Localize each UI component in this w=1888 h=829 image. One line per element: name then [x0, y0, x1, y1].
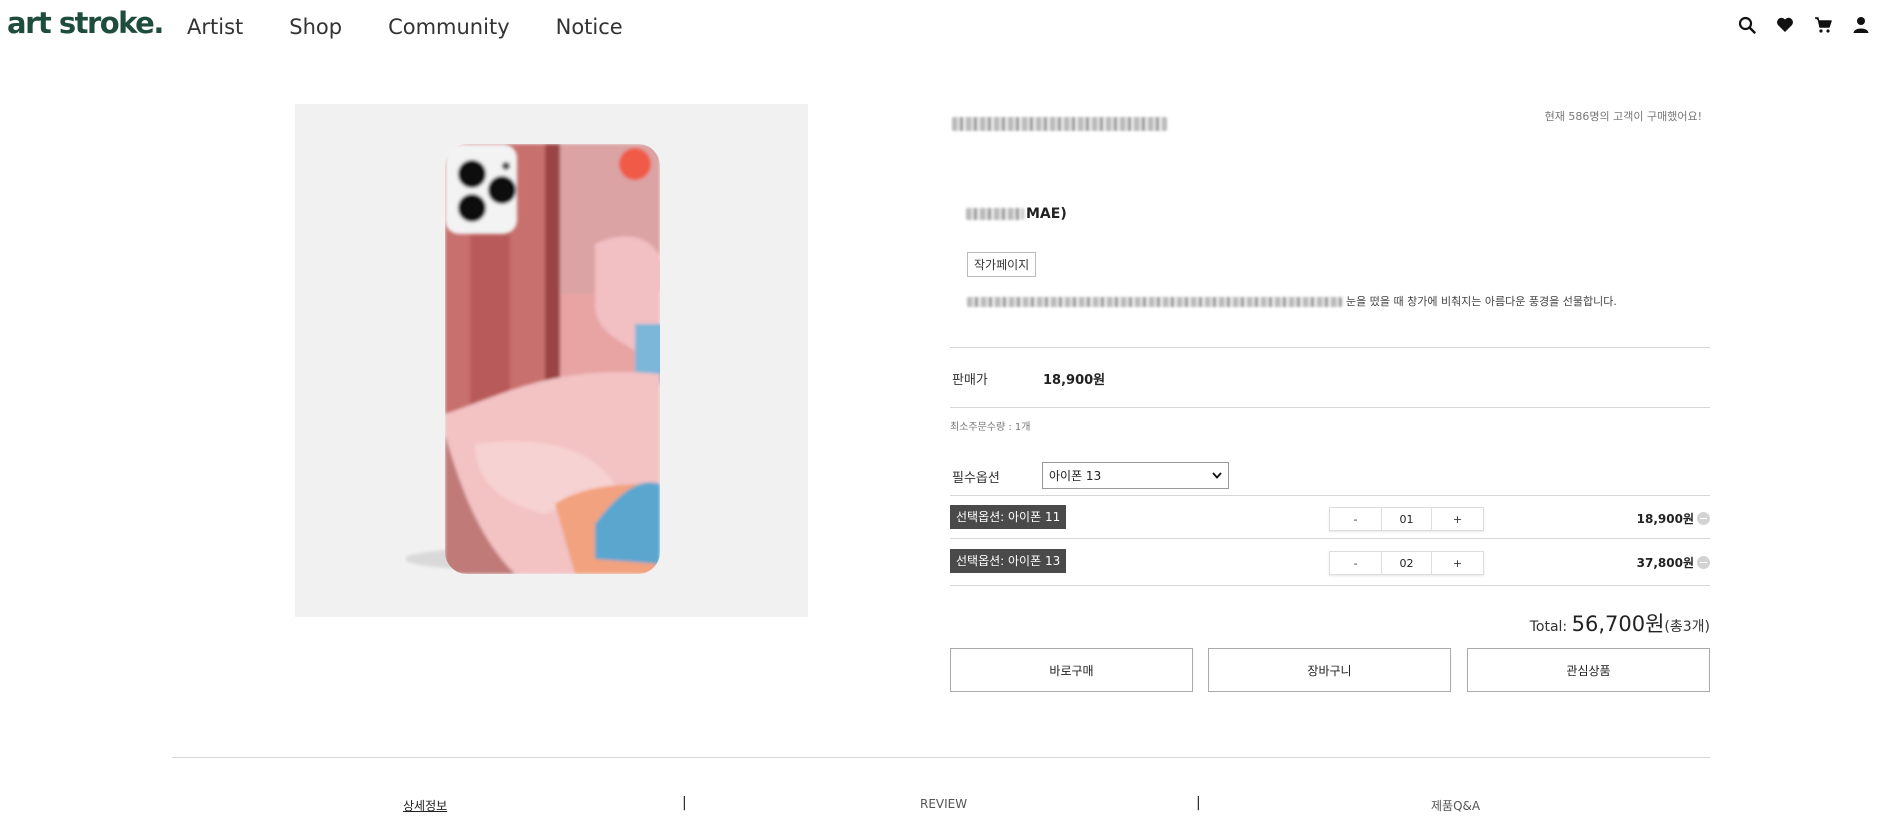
nav-shop[interactable]: Shop [289, 15, 342, 39]
cart-icon[interactable] [1814, 16, 1832, 34]
buyers-count: 현재 586명의 고객이 구매했어요! [1544, 110, 1702, 123]
nav-artist[interactable]: Artist [187, 15, 243, 39]
phone-case-illustration [405, 144, 660, 574]
price-label: 판매가 [952, 373, 988, 388]
nav-community[interactable]: Community [388, 15, 510, 39]
qty-increase-button[interactable]: + [1432, 552, 1483, 574]
qty-decrease-button[interactable]: - [1330, 508, 1381, 530]
artist-page-button[interactable]: 작가페이지 [967, 252, 1037, 277]
divider [950, 585, 1710, 586]
option-price: 37,800원 [1636, 556, 1694, 570]
option-selected-value: 아이폰 13 [1049, 469, 1102, 483]
price-value: 18,900원 [1043, 373, 1106, 388]
search-icon[interactable] [1738, 16, 1756, 34]
tabs-divider [172, 757, 1710, 758]
selected-option-row: 선택옵션: 아이폰 11 - 01 + 18,900원 [950, 505, 1710, 535]
blurred-text [966, 208, 1024, 220]
product-title-blurred [952, 113, 1172, 132]
heart-icon[interactable] [1776, 16, 1794, 34]
option-select[interactable]: 아이폰 13 [1042, 462, 1229, 489]
total-label: Total: [1529, 619, 1568, 635]
tab-review[interactable]: REVIEW [920, 797, 967, 811]
tab-product-qa[interactable]: 제품Q&A [1431, 797, 1480, 814]
product-image [295, 104, 808, 617]
chevron-down-icon [1212, 472, 1222, 479]
site-header: art stroke. Artist Shop Community Notice [0, 0, 1888, 56]
qty-value[interactable]: 02 [1381, 552, 1432, 574]
total-amount: 56,700원 [1571, 612, 1665, 636]
tab-separator: | [682, 795, 687, 811]
divider [950, 347, 1710, 348]
min-order-text: 최소주문수량 : 1개 [950, 422, 1031, 433]
description-text: 눈을 떴을 때 창가에 비춰지는 아름다운 풍경을 선물합니다. [1346, 295, 1617, 308]
divider [950, 538, 1710, 539]
add-to-cart-button[interactable]: 장바구니 [1208, 648, 1451, 692]
blurred-text [952, 116, 1167, 131]
user-icon[interactable] [1852, 16, 1870, 34]
selected-option-tag: 선택옵션: 아이폰 11 [950, 505, 1067, 529]
quantity-stepper: - 02 + [1329, 551, 1484, 575]
selected-option-tag: 선택옵션: 아이폰 13 [950, 549, 1067, 573]
quantity-stepper: - 01 + [1329, 507, 1484, 531]
tab-separator: | [1196, 795, 1201, 811]
divider [950, 407, 1710, 408]
site-logo[interactable]: art stroke. [7, 6, 164, 40]
qty-value[interactable]: 01 [1381, 508, 1432, 530]
selected-option-row: 선택옵션: 아이폰 13 - 02 + 37,800원 [950, 549, 1710, 579]
tab-detail-info[interactable]: 상세정보 [403, 797, 447, 814]
nav-notice[interactable]: Notice [556, 15, 623, 39]
total-count: (총3개) [1664, 619, 1710, 635]
product-description: 눈을 떴을 때 창가에 비춰지는 아름다운 풍경을 선물합니다. [967, 293, 1617, 309]
header-icons [1738, 16, 1870, 34]
blurred-text [967, 297, 1342, 307]
remove-option-icon[interactable] [1697, 556, 1710, 569]
divider [950, 495, 1710, 496]
total-price: Total: 56,700원(총3개) [1530, 608, 1710, 638]
option-price: 18,900원 [1636, 512, 1694, 526]
artist-name: MAE) [966, 206, 1067, 222]
main-nav: Artist Shop Community Notice [187, 15, 623, 39]
remove-option-icon[interactable] [1697, 512, 1710, 525]
wishlist-button[interactable]: 관심상품 [1467, 648, 1710, 692]
qty-decrease-button[interactable]: - [1330, 552, 1381, 574]
artist-name-suffix: MAE) [1026, 206, 1067, 222]
buy-now-button[interactable]: 바로구매 [950, 648, 1193, 692]
qty-increase-button[interactable]: + [1432, 508, 1483, 530]
option-label: 필수옵션 [952, 471, 1000, 486]
